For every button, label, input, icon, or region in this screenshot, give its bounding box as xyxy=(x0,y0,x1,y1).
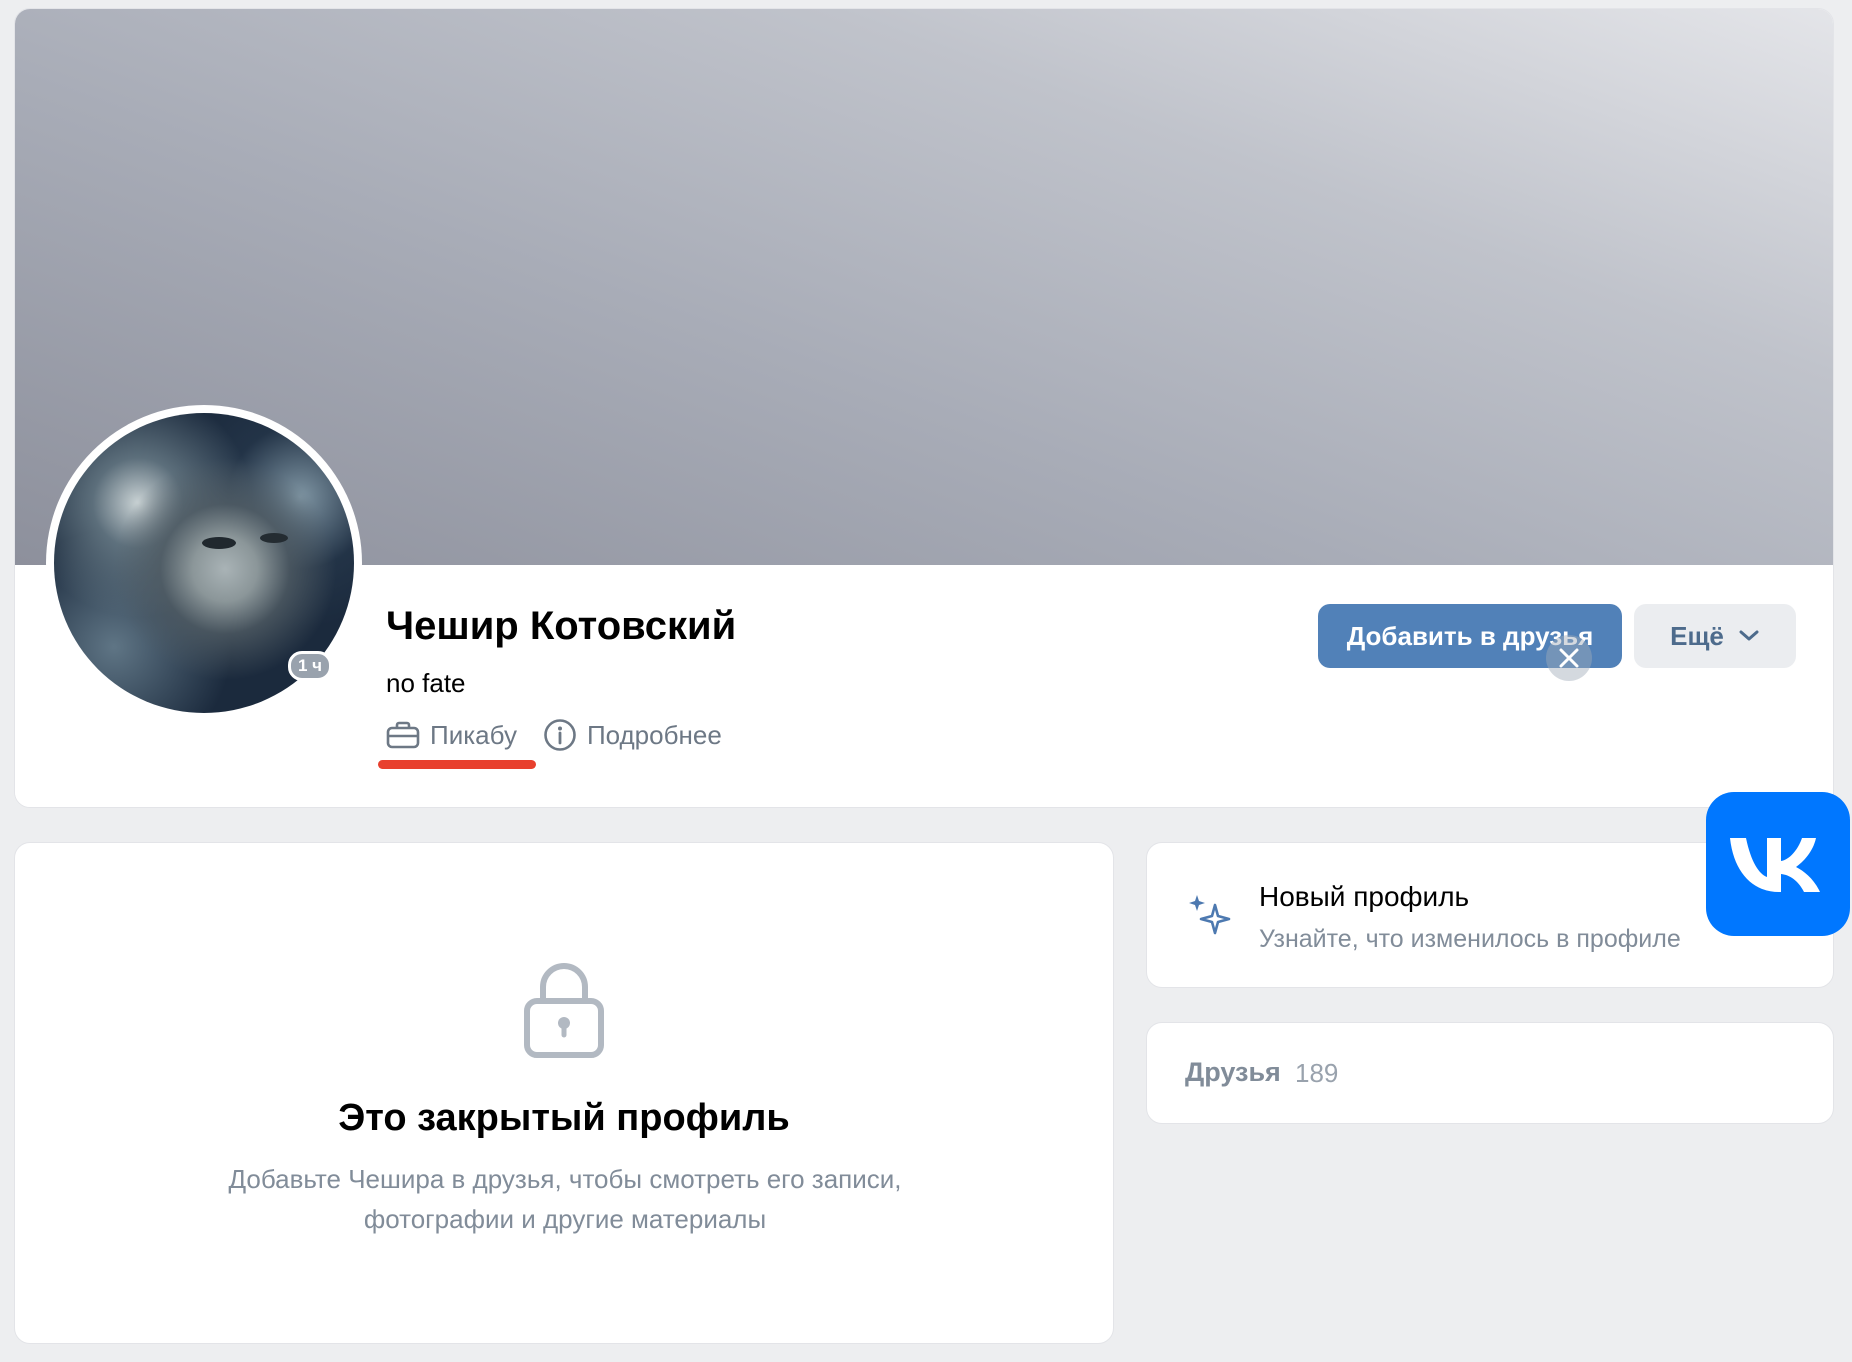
profile-info-row: Пикабу Подробнее xyxy=(386,718,748,752)
details-link-label: Подробнее xyxy=(586,719,722,750)
friends-count: 189 xyxy=(1295,1058,1339,1088)
work-link[interactable]: Пикабу xyxy=(386,720,517,751)
chevron-down-icon xyxy=(1739,630,1759,641)
close-icon[interactable] xyxy=(1546,635,1592,681)
friends-label: Друзья xyxy=(1185,1057,1281,1087)
lock-icon xyxy=(524,963,604,1058)
closed-profile-card: Это закрытый профиль Добавьте Чешира в д… xyxy=(14,842,1114,1344)
work-link-label: Пикабу xyxy=(430,719,517,750)
briefcase-icon xyxy=(386,721,420,749)
annotation-underline xyxy=(378,760,536,769)
avatar-eye xyxy=(202,537,236,549)
more-button[interactable]: Ещё xyxy=(1634,604,1796,668)
friends-card[interactable]: Друзья 189 xyxy=(1146,1022,1834,1124)
online-time-badge: 1 ч xyxy=(288,651,333,681)
profile-status: no fate xyxy=(386,668,466,698)
closed-profile-text: Добавьте Чешира в друзья, чтобы смотреть… xyxy=(228,1164,902,1234)
profile-name: Чешир Котовский xyxy=(386,604,737,648)
vk-logo xyxy=(1706,792,1850,936)
avatar-eye xyxy=(260,533,288,543)
closed-profile-title: Это закрытый профиль xyxy=(338,1097,790,1139)
more-button-label: Ещё xyxy=(1670,620,1724,651)
new-profile-subtitle: Узнайте, что изменилось в профиле xyxy=(1259,925,1681,953)
info-icon xyxy=(544,719,576,751)
new-profile-title: Новый профиль xyxy=(1259,881,1470,912)
sparkle-icon xyxy=(1189,895,1231,935)
details-link[interactable]: Подробнее xyxy=(543,718,722,752)
